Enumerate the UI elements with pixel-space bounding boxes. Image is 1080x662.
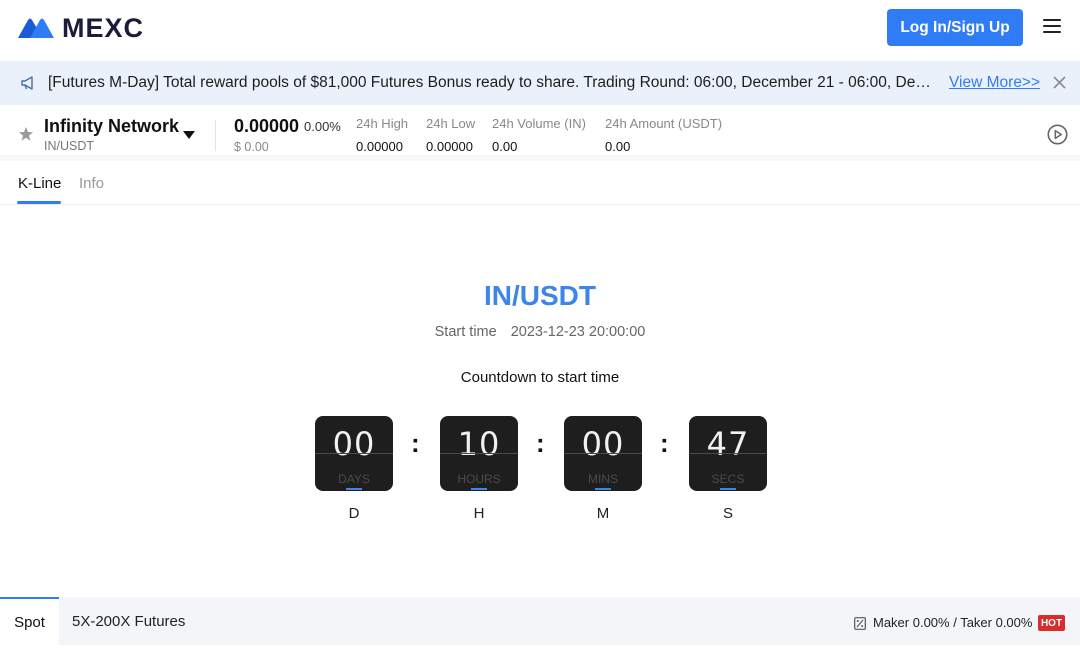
stat-label-24h-high: 24h High	[356, 116, 409, 131]
countdown-separator: :	[536, 428, 545, 458]
stat-value-24h-volume: 0.00	[492, 139, 518, 154]
mexc-logo-icon	[18, 18, 54, 38]
start-time-value: 2023-12-23 20:00:00	[510, 324, 646, 340]
countdown-secs-unit: SECS	[711, 472, 745, 486]
tab-spot[interactable]: Spot	[0, 597, 59, 645]
login-signup-button[interactable]: Log In/Sign Up	[887, 9, 1023, 46]
ticker-bar: Infinity Network IN/USDT 0.00000 0.00% $…	[0, 108, 1080, 161]
countdown-days-card: 00 DAYS	[315, 416, 393, 491]
countdown-hours-letter: H	[473, 505, 485, 522]
play-circle-icon[interactable]	[1047, 124, 1068, 145]
favorite-star-icon[interactable]	[18, 126, 34, 142]
stat-value-24h-amount: 0.00	[605, 139, 631, 154]
start-time-label: Start time	[434, 324, 497, 340]
header: MEXC Log In/Sign Up	[0, 0, 1080, 58]
announcement-bar: [Futures M-Day] Total reward pools of $8…	[0, 61, 1080, 105]
countdown-mins-letter: M	[596, 505, 610, 522]
stat-label-24h-amount: 24h Amount (USDT)	[605, 116, 723, 131]
countdown-separator: :	[660, 428, 669, 458]
countdown-hours-card: 10 HOURS	[440, 416, 518, 491]
hamburger-menu-icon[interactable]	[1043, 19, 1061, 35]
countdown-days-unit: DAYS	[338, 472, 370, 486]
stat-label-24h-volume: 24h Volume (IN)	[492, 116, 586, 131]
brand-name: MEXC	[62, 13, 145, 43]
countdown-mins-value: 00	[581, 425, 625, 463]
countdown-secs-value: 47	[706, 425, 750, 463]
divider	[215, 120, 216, 151]
countdown-separator: :	[411, 428, 420, 458]
last-price: 0.00000	[234, 116, 300, 136]
stat-label-24h-low: 24h Low	[426, 116, 476, 131]
fee-percent-icon	[854, 617, 866, 630]
countdown-pair-title: IN/USDT	[484, 280, 596, 311]
stat-value-24h-high: 0.00000	[356, 139, 403, 154]
bottom-strip	[0, 645, 1080, 662]
countdown-secs-letter: S	[722, 505, 733, 522]
tab-futures[interactable]: 5X-200X Futures	[72, 613, 185, 631]
start-time-row: Start time 2023-12-23 20:00:00	[0, 323, 1080, 341]
stat-value-24h-low: 0.00000	[426, 139, 473, 154]
countdown-hours-unit: HOURS	[457, 472, 501, 486]
fee-rate-text: Maker 0.00% / Taker 0.00%	[873, 615, 1033, 630]
caret-down-icon[interactable]	[183, 131, 195, 139]
countdown-hours-value: 10	[457, 425, 501, 463]
megaphone-icon	[21, 76, 33, 90]
price-change: 0.00%	[304, 119, 341, 134]
announcement-text: [Futures M-Day] Total reward pools of $8…	[48, 74, 938, 91]
view-more-link[interactable]: View More>>	[949, 74, 1040, 92]
chart-tabs: K-Line Info	[0, 167, 1080, 205]
countdown-mins-card: 00 MINS	[564, 416, 642, 491]
usd-price: $ 0.00	[234, 140, 269, 154]
countdown-days-value: 00	[332, 425, 376, 463]
countdown-label: Countdown to start time	[460, 369, 620, 386]
hot-badge: HOT	[1038, 615, 1065, 631]
countdown-mins-unit: MINS	[588, 472, 618, 486]
pair-symbol: IN/USDT	[44, 139, 94, 153]
trade-type-bar: Spot 5X-200X Futures Maker 0.00% / Taker…	[0, 597, 1080, 645]
close-icon[interactable]	[1053, 76, 1066, 89]
countdown-secs-card: 47 SECS	[689, 416, 767, 491]
pair-full-name[interactable]: Infinity Network	[44, 115, 179, 137]
active-tab-indicator	[17, 201, 61, 204]
tab-info[interactable]: Info	[79, 175, 104, 193]
countdown-days-letter: D	[348, 505, 360, 522]
tab-kline[interactable]: K-Line	[18, 175, 61, 193]
mexc-logo[interactable]: MEXC	[18, 14, 144, 42]
